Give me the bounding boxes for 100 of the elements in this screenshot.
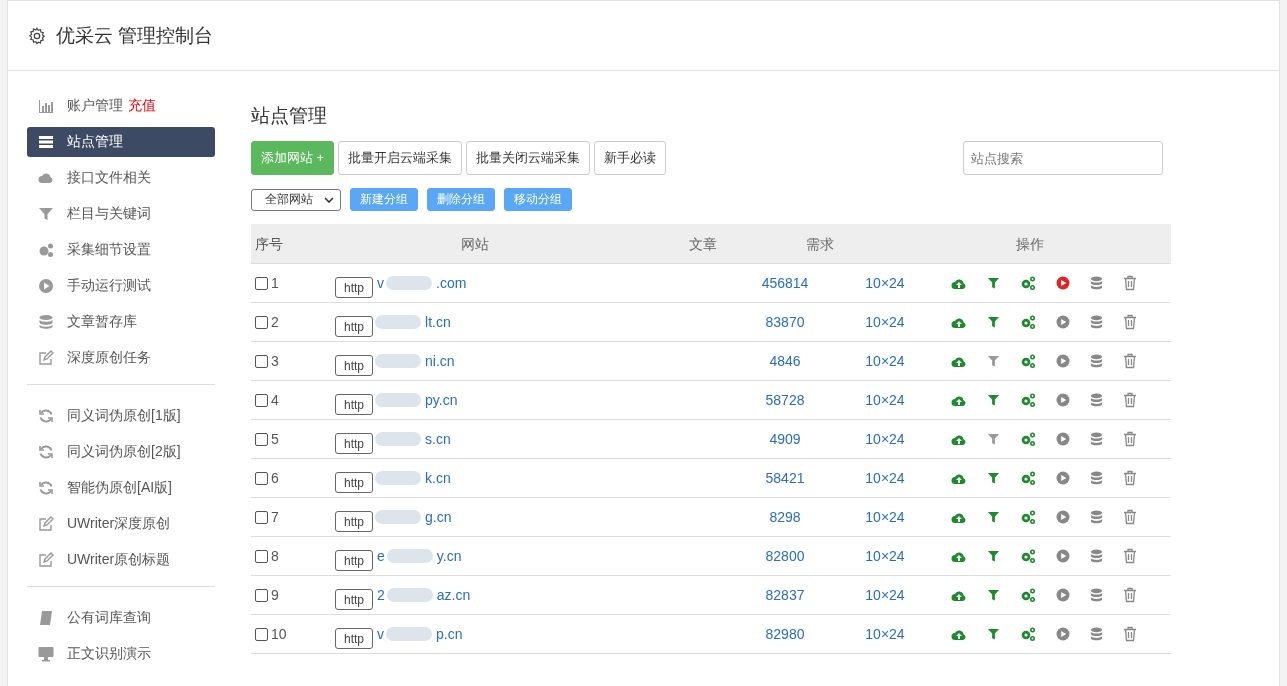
article-count[interactable]: 82837 bbox=[765, 587, 805, 603]
cloud-upload-icon[interactable] bbox=[951, 471, 967, 485]
cloud-upload-icon[interactable] bbox=[951, 315, 967, 329]
sidebar-item[interactable]: 栏目与关键词 bbox=[27, 199, 215, 229]
demand-value[interactable]: 10×24 bbox=[865, 587, 905, 603]
domain-text[interactable]: lt.cn bbox=[425, 314, 451, 330]
database-icon[interactable] bbox=[1090, 431, 1103, 447]
demand-value[interactable]: 10×24 bbox=[865, 431, 905, 447]
domain-text[interactable]: y.cn bbox=[436, 548, 462, 564]
recharge-link[interactable]: 充值 bbox=[128, 97, 156, 115]
filter-icon[interactable] bbox=[987, 471, 1000, 485]
play-icon[interactable] bbox=[1056, 510, 1070, 524]
trash-icon[interactable] bbox=[1123, 392, 1137, 408]
database-icon[interactable] bbox=[1090, 587, 1103, 603]
article-count[interactable]: 8298 bbox=[769, 509, 801, 525]
demand-value[interactable]: 10×24 bbox=[865, 626, 905, 642]
row-checkbox[interactable] bbox=[255, 276, 268, 290]
article-count[interactable]: 58728 bbox=[765, 392, 805, 408]
cloud-upload-icon[interactable] bbox=[951, 393, 967, 407]
domain-text[interactable]: g.cn bbox=[425, 509, 452, 525]
domain-text[interactable]: e bbox=[377, 548, 385, 564]
row-checkbox[interactable] bbox=[255, 627, 268, 641]
trash-icon[interactable] bbox=[1123, 314, 1137, 330]
database-icon[interactable] bbox=[1090, 509, 1103, 525]
sidebar-item[interactable]: 账户管理 充值 bbox=[27, 91, 215, 121]
sidebar-item[interactable]: 文章暂存库 bbox=[27, 307, 215, 337]
database-icon[interactable] bbox=[1090, 548, 1103, 564]
demand-value[interactable]: 10×24 bbox=[865, 509, 905, 525]
domain-text[interactable]: .com bbox=[436, 275, 467, 291]
cloud-upload-icon[interactable] bbox=[951, 432, 967, 446]
row-checkbox[interactable] bbox=[255, 549, 268, 563]
domain-text[interactable]: v bbox=[377, 275, 384, 291]
article-count[interactable]: 456814 bbox=[761, 275, 809, 291]
sidebar-item[interactable]: 手动运行测试 bbox=[27, 271, 215, 301]
filter-icon[interactable] bbox=[987, 432, 1000, 446]
play-icon[interactable] bbox=[1056, 471, 1070, 485]
database-icon[interactable] bbox=[1090, 626, 1103, 642]
sidebar-item[interactable]: UWriter原创标题 bbox=[27, 545, 215, 575]
trash-icon[interactable] bbox=[1123, 470, 1137, 486]
article-count[interactable]: 82980 bbox=[765, 626, 805, 642]
play-icon[interactable] bbox=[1056, 393, 1070, 407]
cloud-upload-icon[interactable] bbox=[951, 588, 967, 602]
demand-value[interactable]: 10×24 bbox=[865, 470, 905, 486]
play-icon[interactable] bbox=[1056, 588, 1070, 602]
trash-icon[interactable] bbox=[1123, 587, 1137, 603]
sidebar-item[interactable]: 深度原创任务 bbox=[27, 343, 215, 373]
filter-icon[interactable] bbox=[987, 276, 1000, 290]
sidebar-item[interactable]: 采集细节设置 bbox=[27, 235, 215, 265]
domain-text[interactable]: s.cn bbox=[425, 431, 451, 447]
domain-text[interactable]: az.cn bbox=[436, 587, 471, 603]
domain-text[interactable]: v bbox=[377, 626, 384, 642]
cloud-upload-icon[interactable] bbox=[951, 549, 967, 563]
toolbar-button[interactable]: 批量开启云端采集 bbox=[338, 141, 463, 175]
database-icon[interactable] bbox=[1090, 314, 1103, 330]
filter-icon[interactable] bbox=[987, 627, 1000, 641]
row-checkbox[interactable] bbox=[255, 393, 268, 407]
cloud-upload-icon[interactable] bbox=[951, 510, 967, 524]
search-field[interactable]: 站点搜索 bbox=[963, 141, 1163, 175]
domain-text[interactable]: p.cn bbox=[436, 626, 463, 642]
domain-text[interactable]: ni.cn bbox=[425, 353, 455, 369]
play-icon[interactable] bbox=[1056, 354, 1070, 368]
trash-icon[interactable] bbox=[1123, 275, 1137, 291]
row-checkbox[interactable] bbox=[255, 471, 268, 485]
sidebar-item[interactable]: 站点管理 bbox=[27, 127, 215, 157]
domain-text[interactable]: py.cn bbox=[425, 392, 458, 408]
sidebar-item[interactable]: 接口文件相关 bbox=[27, 163, 215, 193]
domain-text[interactable]: k.cn bbox=[425, 470, 451, 486]
filter-icon[interactable] bbox=[987, 354, 1000, 368]
play-icon[interactable] bbox=[1056, 276, 1070, 290]
filter-icon[interactable] bbox=[987, 549, 1000, 563]
toolbar-button[interactable]: 新手必读 bbox=[594, 141, 667, 175]
sidebar-item[interactable]: 公有词库查询 bbox=[27, 603, 215, 633]
demand-value[interactable]: 10×24 bbox=[865, 392, 905, 408]
demand-value[interactable]: 10×24 bbox=[865, 548, 905, 564]
database-icon[interactable] bbox=[1090, 275, 1103, 291]
group-dropdown[interactable]: 全部网站 bbox=[251, 188, 341, 211]
filter-icon[interactable] bbox=[987, 588, 1000, 602]
play-icon[interactable] bbox=[1056, 432, 1070, 446]
cloud-upload-icon[interactable] bbox=[951, 354, 967, 368]
trash-icon[interactable] bbox=[1123, 626, 1137, 642]
toolbar-button[interactable]: 批量关闭云端采集 bbox=[466, 141, 591, 175]
sidebar-item[interactable]: 智能伪原创[AI版] bbox=[27, 473, 215, 503]
row-checkbox[interactable] bbox=[255, 354, 268, 368]
play-icon[interactable] bbox=[1056, 315, 1070, 329]
database-icon[interactable] bbox=[1090, 392, 1103, 408]
demand-value[interactable]: 10×24 bbox=[865, 275, 905, 291]
trash-icon[interactable] bbox=[1123, 548, 1137, 564]
cloud-upload-icon[interactable] bbox=[951, 276, 967, 290]
filter-icon[interactable] bbox=[987, 315, 1000, 329]
database-icon[interactable] bbox=[1090, 470, 1103, 486]
sidebar-item[interactable]: UWriter深度原创 bbox=[27, 509, 215, 539]
sidebar-item[interactable]: 同义词伪原创[2版] bbox=[27, 437, 215, 467]
row-checkbox[interactable] bbox=[255, 315, 268, 329]
row-checkbox[interactable] bbox=[255, 432, 268, 446]
article-count[interactable]: 83870 bbox=[765, 314, 805, 330]
sidebar-item[interactable]: 正文识别演示 bbox=[27, 639, 215, 669]
play-icon[interactable] bbox=[1056, 627, 1070, 641]
domain-text[interactable]: 2 bbox=[377, 587, 385, 603]
sidebar-item[interactable]: 同义词伪原创[1版] bbox=[27, 401, 215, 431]
trash-icon[interactable] bbox=[1123, 509, 1137, 525]
